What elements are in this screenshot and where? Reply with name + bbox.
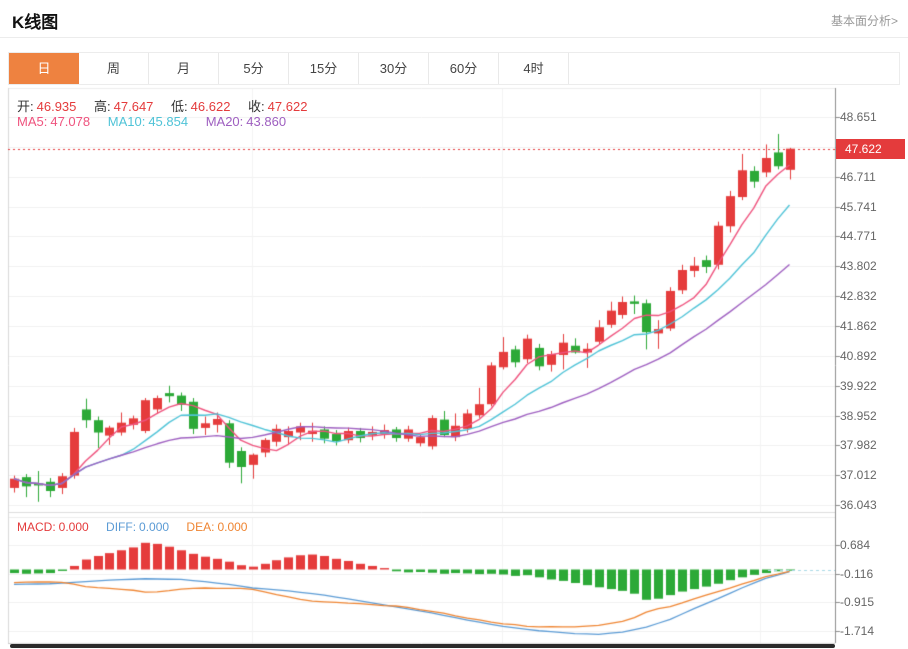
ma20-label: MA20: xyxy=(205,114,244,129)
tab-60min[interactable]: 60分 xyxy=(429,53,499,84)
price-axis-label: 48.651 xyxy=(840,110,877,124)
price-axis-label: 45.741 xyxy=(840,199,877,214)
diff-label: DIFF: xyxy=(106,520,137,534)
low-value: 46.622 xyxy=(190,99,231,114)
tab-day[interactable]: 日 xyxy=(9,53,79,84)
kline-panel: K线图 基本面分析> 日周月 5分 15分 30分 60分 4时 开: 46.935 高: 4… xyxy=(0,0,908,649)
ma10-value: 45.854 xyxy=(148,114,189,129)
macd-axis-label: -0.116 xyxy=(840,566,874,581)
price-axis-label: 37.012 xyxy=(840,468,877,483)
low-label: 低: xyxy=(171,99,188,114)
price-axis-label: 44.771 xyxy=(840,229,877,244)
tab-30min[interactable]: 30分 xyxy=(359,53,429,84)
open-label: 开: xyxy=(17,99,34,114)
close-value: 47.622 xyxy=(267,99,308,114)
price-axis-label: 37.982 xyxy=(840,438,877,453)
close-label: 收: xyxy=(248,99,265,114)
ma5-value: 47.078 xyxy=(50,114,91,129)
tab-month[interactable]: 月 xyxy=(149,53,219,84)
open-value: 46.935 xyxy=(36,99,77,114)
macd-axis-label: -0.915 xyxy=(840,595,875,610)
tab-5min[interactable]: 5分 xyxy=(219,53,289,84)
diff-value: 0.000 xyxy=(139,520,170,534)
high-value: 47.647 xyxy=(113,99,154,114)
price-axis-label: 38.952 xyxy=(840,408,877,423)
ma-readout: MA5: 47.078 MA10: 45.854 MA20: 43.860 xyxy=(17,114,289,129)
ma20-value: 43.860 xyxy=(246,114,287,129)
chart-scrollbar[interactable] xyxy=(10,644,835,648)
price-axis-label: 36.043 xyxy=(840,498,877,513)
ohlc-readout: 开: 46.935 高: 47.647 低: 46.622 收: 47.622 xyxy=(17,96,310,115)
tab-4hour[interactable]: 4时 xyxy=(499,53,569,84)
current-price-tag: 47.622 xyxy=(836,138,905,159)
fundamental-analysis-link[interactable]: 基本面分析> xyxy=(831,12,898,29)
price-axis-label: 46.711 xyxy=(840,169,876,184)
page-title: K线图 xyxy=(12,13,59,32)
header-divider xyxy=(0,37,908,38)
price-axis-label: 40.892 xyxy=(840,348,877,363)
tab-week[interactable]: 周 xyxy=(79,53,149,84)
price-axis-label: 41.862 xyxy=(840,318,877,333)
dea-value: 0.000 xyxy=(217,520,248,534)
interval-tab-bar: 日周月 5分 15分 30分 60分 4时 xyxy=(8,52,900,85)
price-axis-label: 39.922 xyxy=(840,378,877,393)
macd-value: 0.000 xyxy=(58,520,89,534)
macd-axis-label: 0.684 xyxy=(840,538,871,553)
macd-label: MACD: xyxy=(17,520,56,534)
price-axis-label: 42.832 xyxy=(840,289,877,304)
price-axis-label: 43.802 xyxy=(840,259,877,274)
high-label: 高: xyxy=(94,99,111,114)
macd-axis-label: -1.714 xyxy=(840,623,875,638)
ma10-label: MA10: xyxy=(107,114,146,129)
tab-15min[interactable]: 15分 xyxy=(289,53,359,84)
ma5-label: MA5: xyxy=(17,114,48,129)
macd-readout: MACD: 0.000 DIFF: 0.000 DEA: 0.000 xyxy=(17,520,250,534)
dea-label: DEA: xyxy=(186,520,215,534)
